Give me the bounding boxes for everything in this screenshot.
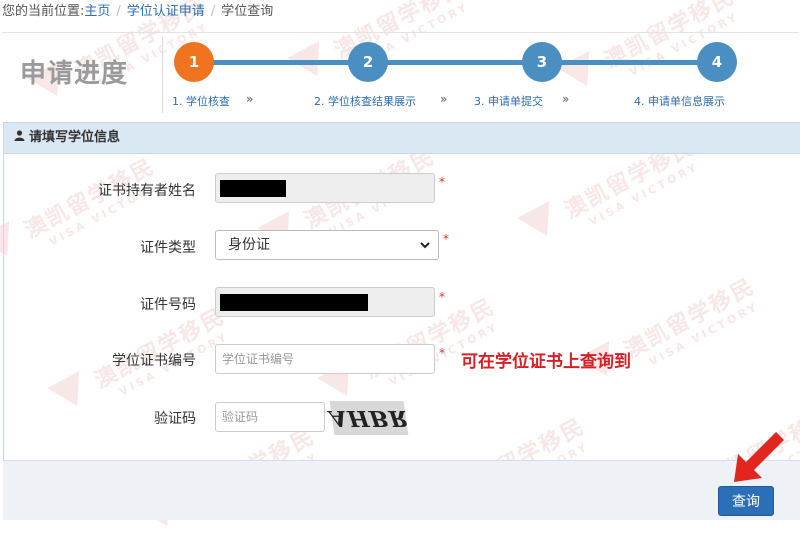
id-type-label: 证件类型 xyxy=(140,240,196,256)
step-3-circle: 3 xyxy=(522,42,562,82)
required-mark: * xyxy=(439,346,445,360)
form-footer xyxy=(3,460,800,520)
step-2-circle: 2 xyxy=(348,42,388,82)
id-type-select[interactable]: 身份证 xyxy=(215,230,439,260)
step-1-label: 1. 学位核查 xyxy=(172,95,230,108)
step-1-circle: 1 xyxy=(174,42,214,82)
cert-number-label: 学位证书编号 xyxy=(112,353,196,369)
divider xyxy=(162,37,163,113)
step-arrow: » xyxy=(562,92,570,106)
breadcrumb-current: 学位查询 xyxy=(221,4,274,19)
redacted-name xyxy=(220,180,286,197)
captcha-label: 验证码 xyxy=(154,411,196,427)
step-3-label: 3. 申请单提交 xyxy=(474,95,543,108)
step-arrow: » xyxy=(246,92,254,106)
id-type-value: 身份证 xyxy=(228,237,270,253)
breadcrumb-separator: / xyxy=(116,4,121,19)
breadcrumb-section-link[interactable]: 学位认证申请 xyxy=(127,4,205,19)
required-mark: * xyxy=(439,175,445,189)
progress-title: 申请进度 xyxy=(20,59,129,89)
chevron-down-icon xyxy=(420,231,430,269)
required-mark: * xyxy=(439,290,445,304)
captcha-placeholder: 验证码 xyxy=(222,410,259,424)
cert-number-placeholder: 学位证书编号 xyxy=(222,352,295,366)
holder-name-label: 证书持有者姓名 xyxy=(98,183,196,199)
breadcrumb-separator: / xyxy=(210,4,216,19)
cert-number-hint: 可在学位证书上查询到 xyxy=(461,352,631,372)
captcha-input[interactable]: 验证码 xyxy=(215,402,325,432)
breadcrumb-prefix: 您的当前位置: xyxy=(2,4,85,19)
red-arrow-icon xyxy=(734,432,784,482)
step-4-circle: 4 xyxy=(697,42,737,82)
id-number-label: 证件号码 xyxy=(140,297,196,313)
captcha-image[interactable]: AHBR xyxy=(328,401,410,435)
progress-section: 申请进度 1 2 3 4 1. 学位核查 » 2. 学位核查结果展示 » 3. … xyxy=(2,32,799,119)
breadcrumb: 您的当前位置:主页 / 学位认证申请 / 学位查询 xyxy=(0,0,273,24)
cert-number-input[interactable]: 学位证书编号 xyxy=(215,344,435,374)
breadcrumb-home-link[interactable]: 主页 xyxy=(84,4,110,19)
panel-title: 请填写学位信息 xyxy=(29,130,121,145)
step-4-label: 4. 申请单信息展示 xyxy=(634,95,725,108)
required-mark: * xyxy=(443,232,449,246)
query-button[interactable]: 查询 xyxy=(718,486,774,516)
progress-track xyxy=(192,60,722,65)
step-2-label: 2. 学位核查结果展示 xyxy=(314,95,416,108)
user-icon xyxy=(14,123,25,153)
step-arrow: » xyxy=(440,92,448,106)
panel-header: 请填写学位信息 xyxy=(4,123,800,154)
redacted-id-number xyxy=(220,294,368,311)
